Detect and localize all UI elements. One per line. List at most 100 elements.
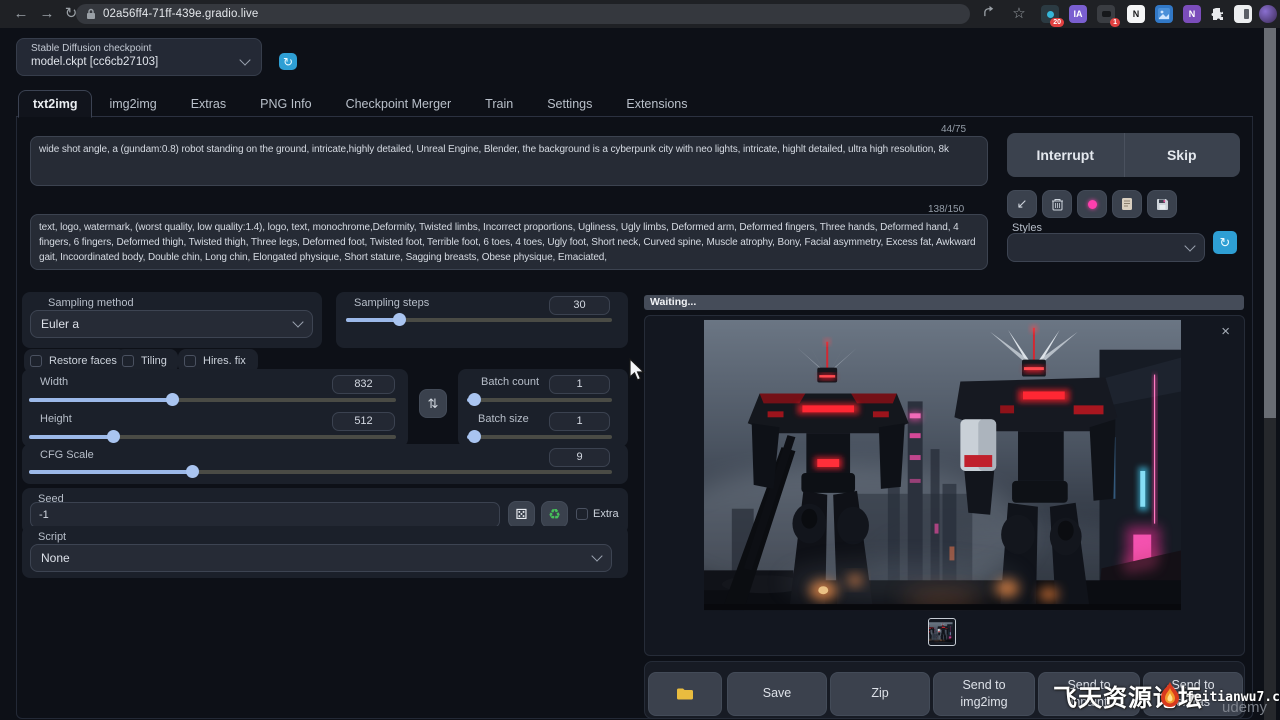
batch-size-label: Batch size <box>478 413 529 425</box>
extension-icon-notion[interactable]: N <box>1127 5 1145 23</box>
back-icon[interactable]: ← <box>10 3 32 25</box>
cfg-scale-slider[interactable] <box>29 470 612 474</box>
browser-toolbar: ← → ↻ 02a56ff4-71ff-439e.gradio.live ☆ 2… <box>0 0 1280 28</box>
tab-extensions[interactable]: Extensions <box>609 91 704 117</box>
sampling-method-dropdown[interactable]: Euler a <box>30 310 313 338</box>
close-icon[interactable]: × <box>1221 324 1230 339</box>
extra-networks-button[interactable] <box>1077 190 1107 218</box>
save-style-button[interactable] <box>1147 190 1177 218</box>
seed-extra-checkbox[interactable] <box>576 508 588 520</box>
reuse-seed-button[interactable]: ♻ <box>541 501 568 528</box>
progress-status: Waiting... <box>644 295 1244 310</box>
seed-input[interactable]: -1 <box>30 502 500 528</box>
seed-extra-label: Extra <box>593 508 619 520</box>
scrollbar-thumb[interactable] <box>1264 28 1276 418</box>
cfg-scale-input[interactable]: 9 <box>549 448 610 467</box>
address-bar[interactable]: 02a56ff4-71ff-439e.gradio.live <box>76 4 970 24</box>
save-button[interactable]: Save <box>727 672 827 716</box>
clipboard-icon <box>1121 197 1133 211</box>
tab-checkpoint-merger[interactable]: Checkpoint Merger <box>329 91 469 117</box>
chevron-down-icon <box>591 550 602 561</box>
clear-prompt-button[interactable] <box>1042 190 1072 218</box>
checkpoint-refresh-button[interactable]: ↻ <box>279 53 297 70</box>
hires-fix-label: Hires. fix <box>203 355 246 367</box>
skip-button[interactable]: Skip <box>1124 133 1241 177</box>
checkpoint-value[interactable]: model.ckpt [cc6cb27103] <box>31 56 158 68</box>
sampling-steps-label: Sampling steps <box>354 297 429 309</box>
lock-icon <box>86 8 96 20</box>
styles-refresh-button[interactable]: ↻ <box>1213 231 1237 254</box>
batch-count-label: Batch count <box>481 376 539 388</box>
prompt-input[interactable]: wide shot angle, a (gundam:0.8) robot st… <box>30 136 988 186</box>
styles-dropdown[interactable] <box>1007 233 1205 262</box>
batch-count-slider[interactable] <box>467 398 612 402</box>
mouse-cursor <box>628 358 648 382</box>
chevron-down-icon <box>1184 240 1195 251</box>
extension-icon-onenote[interactable]: N <box>1183 5 1201 23</box>
width-slider[interactable] <box>29 398 396 402</box>
tab-img2img[interactable]: img2img <box>92 91 173 117</box>
profile-avatar[interactable] <box>1259 5 1277 23</box>
width-input[interactable]: 832 <box>332 375 395 394</box>
trash-icon <box>1051 198 1064 211</box>
random-seed-button[interactable]: ⚄ <box>508 501 535 528</box>
open-folder-button[interactable] <box>648 672 722 716</box>
tab-png-info[interactable]: PNG Info <box>243 91 328 117</box>
url-text: 02a56ff4-71ff-439e.gradio.live <box>103 8 258 20</box>
folder-icon <box>676 687 694 701</box>
height-input[interactable]: 512 <box>332 412 395 431</box>
chevron-down-icon <box>292 316 303 327</box>
restore-faces-label: Restore faces <box>49 355 117 367</box>
tab-txt2img[interactable]: txt2img <box>18 90 92 118</box>
extension-icon-camera[interactable]: 1 <box>1097 5 1115 23</box>
extra-networks-icon <box>1088 200 1097 209</box>
send-to-img2img-button[interactable]: Send to img2img <box>933 672 1035 716</box>
height-label: Height <box>40 413 72 425</box>
zip-button[interactable]: Zip <box>830 672 930 716</box>
tab-extras[interactable]: Extras <box>174 91 243 117</box>
gallery-thumbnail[interactable] <box>928 618 956 646</box>
extension-icon-teal-dot[interactable]: 20 <box>1041 5 1059 23</box>
tiling-label: Tiling <box>141 355 167 367</box>
script-label: Script <box>38 531 66 543</box>
generated-image[interactable] <box>704 319 1181 611</box>
interrupt-skip-group: Interrupt Skip <box>1007 133 1240 177</box>
extension-icon-image[interactable] <box>1155 5 1173 23</box>
restore-faces-checkbox[interactable] <box>30 355 42 367</box>
negative-prompt-input[interactable]: text, logo, watermark, (worst quality, l… <box>30 214 988 270</box>
swap-icon: ⇅ <box>428 396 439 412</box>
bookmark-star-icon[interactable]: ☆ <box>1008 3 1030 25</box>
checkpoint-label: Stable Diffusion checkpoint <box>31 43 151 54</box>
chevron-down-icon <box>239 54 250 65</box>
interrupt-button[interactable]: Interrupt <box>1007 133 1124 177</box>
share-icon[interactable] <box>978 3 1000 25</box>
sampling-method-label: Sampling method <box>48 297 134 309</box>
script-dropdown[interactable]: None <box>30 544 612 572</box>
tab-settings[interactable]: Settings <box>530 91 609 117</box>
paste-params-button[interactable]: ↙ <box>1007 190 1037 218</box>
floppy-disk-icon <box>1156 198 1169 211</box>
swap-dimensions-button[interactable]: ⇅ <box>419 389 447 418</box>
batch-size-slider[interactable] <box>467 435 612 439</box>
extension-badge: 1 <box>1110 18 1120 27</box>
tiling-checkbox[interactable] <box>122 355 134 367</box>
extension-icon-ia[interactable]: IA <box>1069 5 1087 23</box>
flame-icon <box>1157 681 1183 709</box>
extension-badge: 20 <box>1050 18 1064 27</box>
hires-fix-checkbox[interactable] <box>184 355 196 367</box>
screen: ← → ↻ 02a56ff4-71ff-439e.gradio.live ☆ 2… <box>0 0 1280 720</box>
extensions-puzzle-icon[interactable] <box>1209 5 1227 23</box>
width-label: Width <box>40 376 68 388</box>
apply-style-button[interactable] <box>1112 190 1142 218</box>
paste-arrow-icon: ↙ <box>1017 196 1028 212</box>
tab-train[interactable]: Train <box>468 91 530 117</box>
batch-count-input[interactable]: 1 <box>549 375 610 394</box>
watermark-site: feitianwu7.com <box>1186 690 1280 705</box>
sampling-steps-input[interactable]: 30 <box>549 296 610 315</box>
batch-size-input[interactable]: 1 <box>549 412 610 431</box>
sampling-steps-slider[interactable] <box>346 318 612 322</box>
forward-icon[interactable]: → <box>36 3 58 25</box>
height-slider[interactable] <box>29 435 396 439</box>
sampling-method-value: Euler a <box>41 317 79 331</box>
side-panel-icon[interactable] <box>1234 5 1252 23</box>
